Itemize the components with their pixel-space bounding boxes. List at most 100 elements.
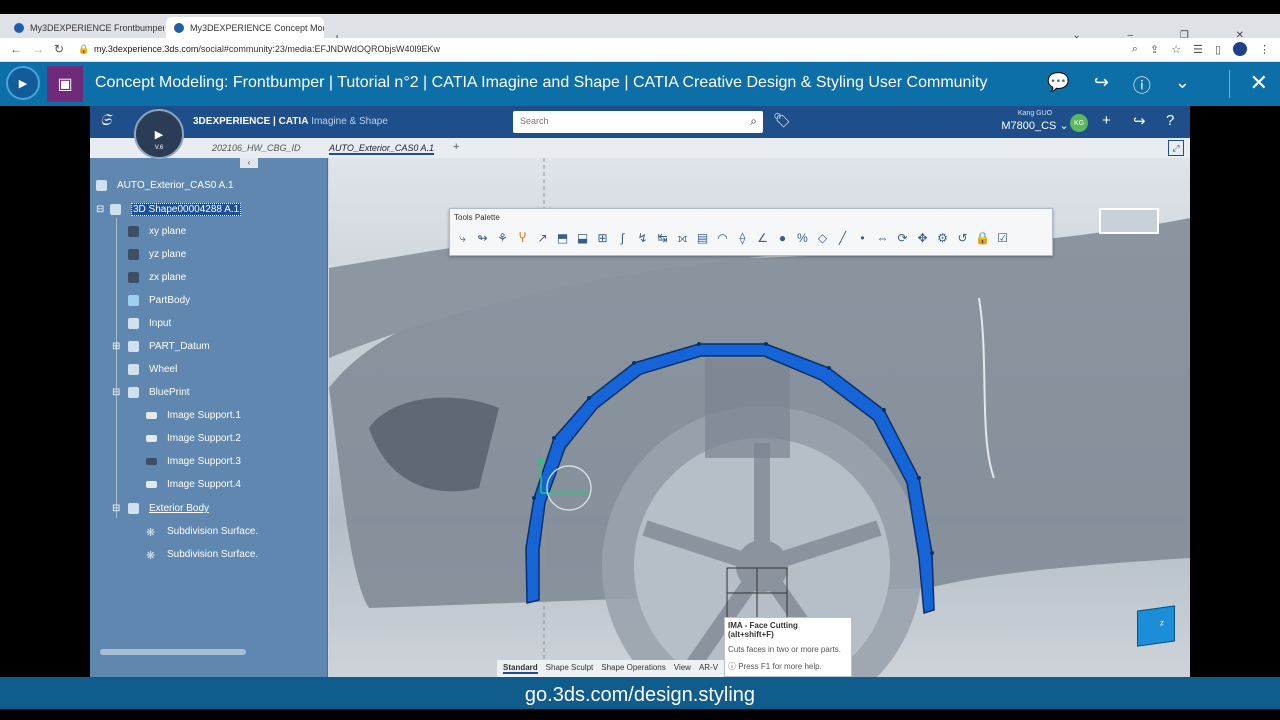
share-icon[interactable]: ↪ — [1133, 112, 1146, 130]
tree-node-xy-plane[interactable]: xy plane — [128, 226, 186, 237]
avatar[interactable]: KG — [1070, 114, 1088, 132]
browser-tab-2[interactable]: My3DEXPERIENCE Concept Mod ✕ — [166, 17, 324, 38]
more-menu-icon[interactable]: ⋮ — [1259, 43, 1270, 56]
tree-node-yz-plane[interactable]: yz plane — [128, 249, 186, 260]
help-icon[interactable]: ? — [1166, 112, 1174, 129]
browser-tabbar: My3DEXPERIENCE Frontbumper ✕ My3DEXPERIE… — [0, 14, 1280, 46]
banner-link[interactable]: go.3ds.com/design.styling — [525, 684, 755, 706]
extrude-tool-icon[interactable]: ⬒ — [554, 231, 571, 246]
line-tool-icon[interactable]: ╱ — [834, 231, 851, 246]
measure-tool-icon[interactable]: ⟠ — [734, 231, 751, 246]
arc-tool-icon[interactable]: ◠ — [714, 231, 731, 246]
reload-icon[interactable]: ↻ — [54, 42, 64, 56]
tag-icon[interactable]: 🏷 — [773, 112, 791, 129]
tree-scrollbar[interactable] — [100, 649, 246, 655]
tree-node-subdivision-surface-1[interactable]: ❋ Subdivision Surface. — [146, 526, 258, 539]
check-tool-icon[interactable]: ☑ — [994, 231, 1011, 246]
url-field[interactable]: my.3dexperience.3ds.com/social#community… — [94, 44, 440, 54]
robot-tool-icon[interactable]: ⚘ — [494, 231, 511, 246]
search-icon[interactable]: ⌕ — [750, 114, 757, 129]
tab-document-1[interactable]: 202106_HW_CBG_ID — [212, 143, 301, 153]
sidepanel-icon[interactable]: ▯ — [1215, 43, 1221, 56]
forward-icon[interactable]: → — [32, 42, 44, 56]
tree-node-input[interactable]: Input — [128, 318, 171, 329]
footer-banner[interactable]: go.3ds.com/design.styling — [0, 677, 1280, 709]
video-player[interactable]: 𝔖 3DEXPERIENCE | CATIA Imagine & Shape S… — [0, 106, 1280, 677]
zoom-icon[interactable]: ⌕ — [1132, 43, 1138, 56]
view-cube-icon[interactable]: z — [1137, 605, 1175, 647]
tree-node-part-datum[interactable]: ⊞ PART_Datum — [112, 341, 210, 352]
sweep-tool-icon[interactable]: ↹ — [654, 231, 671, 246]
compass-widget[interactable]: ▶ V.6 — [134, 109, 184, 159]
tree-node-exterior-body[interactable]: ⊟ Exterior Body — [112, 503, 209, 514]
rotate-tool-icon[interactable]: ⟳ — [894, 231, 911, 246]
lasso-tool-icon[interactable]: ↬ — [474, 231, 491, 246]
sphere-tool-icon[interactable]: ● — [774, 231, 791, 246]
3d-viewport[interactable]: Tools Palette ⤷ ↬ ⚘ Ⴤ ↗ ⬒ ⬓ ⊞ ∫ ↯ ↹ ⟗ ▤ … — [329, 158, 1190, 677]
info-icon[interactable]: ⓘ — [1133, 72, 1151, 98]
tree-node-zx-plane[interactable]: zx plane — [128, 272, 186, 283]
gear-icon[interactable]: ⚙ — [934, 231, 951, 246]
add-tab-icon[interactable]: + — [453, 141, 459, 153]
tab-standard[interactable]: Standard — [503, 663, 538, 674]
point-tool-icon[interactable]: • — [854, 231, 871, 246]
bookmark-star-icon[interactable]: ☆ — [1171, 43, 1181, 56]
collapse-tree-icon[interactable]: ‹ — [240, 158, 258, 168]
tab-ar-v[interactable]: AR-V — [699, 663, 718, 674]
url-host: my.3dexperience.3ds.com — [94, 44, 199, 54]
subdivision-surface-icon: ❋ — [146, 550, 156, 562]
select-tool-icon[interactable]: ⤷ — [454, 231, 471, 246]
user-info[interactable]: Kang GUO M7800_CS ⌄ — [990, 110, 1080, 132]
share-icon[interactable]: ⇪ — [1150, 43, 1159, 56]
symmetry-tool-icon[interactable]: ⟗ — [674, 231, 691, 246]
back-icon[interactable]: ← — [10, 42, 22, 56]
crease-tool-icon[interactable]: ∫ — [614, 231, 631, 246]
face-tool-icon[interactable]: ⊞ — [594, 231, 611, 246]
tree-node-3dshape[interactable]: ⊟ 3D Shape00004288 A.1 — [96, 203, 242, 216]
face-cutting-tool-icon[interactable]: Ⴤ — [514, 231, 531, 246]
compass-version: V.6 — [154, 145, 164, 151]
share-icon[interactable]: ↪ — [1094, 72, 1109, 98]
table-tool-icon[interactable]: ▤ — [694, 231, 711, 246]
percent-tool-icon[interactable]: % — [794, 231, 811, 246]
compass-logo-icon[interactable]: ▶ — [6, 66, 40, 100]
tree-node-root[interactable]: AUTO_Exterior_CAS0 A.1 — [96, 180, 234, 191]
tab-document-2[interactable]: AUTO_Exterior_CAS0 A.1 — [329, 143, 435, 155]
comment-icon[interactable]: 💬 — [1047, 72, 1069, 98]
tree-node-partbody[interactable]: PartBody — [128, 295, 190, 306]
maximize-icon[interactable]: ⤢ — [1168, 140, 1184, 156]
tree-node-image-support-3[interactable]: Image Support.3 — [146, 456, 241, 467]
curve-tool-icon[interactable]: ↯ — [634, 231, 651, 246]
document-tabs: 202106_HW_CBG_ID AUTO_Exterior_CAS0 A.1 … — [90, 138, 1190, 158]
tree-node-blueprint[interactable]: ⊟ BluePrint — [112, 387, 190, 398]
add-icon[interactable]: + — [1102, 112, 1111, 129]
collapse-node-icon[interactable]: ⊟ — [112, 503, 128, 514]
collapse-node-icon[interactable]: ⊟ — [96, 204, 104, 215]
refresh-tool-icon[interactable]: ↺ — [954, 231, 971, 246]
tree-guide-line — [116, 218, 117, 518]
vertex-tool-icon[interactable]: ↗ — [534, 231, 551, 246]
chevron-down-icon[interactable]: ⌄ — [1175, 72, 1190, 98]
move-tool-icon[interactable]: ✥ — [914, 231, 931, 246]
tab-view[interactable]: View — [674, 663, 691, 674]
edge-tool-icon[interactable]: ⬓ — [574, 231, 591, 246]
profile-avatar-icon[interactable] — [1233, 42, 1247, 56]
tree-node-wheel[interactable]: Wheel — [128, 364, 177, 375]
reading-list-icon[interactable]: ☰ — [1193, 43, 1203, 56]
tree-node-image-support-4[interactable]: Image Support.4 — [146, 479, 241, 490]
diamond-tool-icon[interactable]: ◇ — [814, 231, 831, 246]
tab-shape-sculpt[interactable]: Shape Sculpt — [546, 663, 594, 674]
tab-shape-operations[interactable]: Shape Operations — [601, 663, 666, 674]
tree-node-image-support-2[interactable]: Image Support.2 — [146, 433, 241, 444]
expand-node-icon[interactable]: ⊞ — [112, 341, 128, 352]
collapse-node-icon[interactable]: ⊟ — [112, 387, 128, 398]
tree-node-subdivision-surface-2[interactable]: ❋ Subdivision Surface. — [146, 549, 258, 562]
tree-label: PART_Datum — [149, 341, 210, 352]
close-icon[interactable]: ✕ — [1250, 70, 1268, 96]
tree-node-image-support-1[interactable]: Image Support.1 — [146, 410, 241, 421]
arrows-tool-icon[interactable]: ⇔ — [874, 231, 891, 246]
search-input[interactable]: Search ⌕ — [513, 111, 763, 133]
lock-icon[interactable]: 🔒 — [974, 231, 991, 246]
browser-tab-1[interactable]: My3DEXPERIENCE Frontbumper ✕ — [6, 17, 164, 38]
angle-tool-icon[interactable]: ∠ — [754, 231, 771, 246]
